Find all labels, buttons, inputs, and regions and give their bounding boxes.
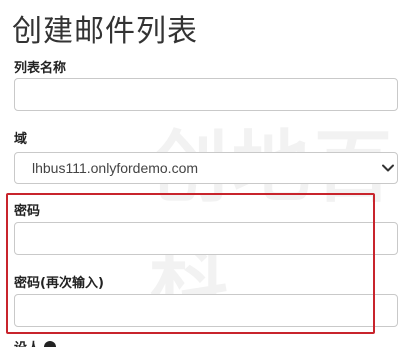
domain-select-value: lhbus111.onlyfordemo.com: [32, 160, 199, 176]
page-title: 创建邮件列表: [12, 14, 198, 49]
chevron-down-icon: [382, 164, 394, 172]
list-name-label: 列表名称: [14, 61, 67, 76]
next-field-label-text: 设人: [14, 337, 40, 347]
domain-select[interactable]: lhbus111.onlyfordemo.com: [14, 152, 398, 184]
info-icon[interactable]: [44, 340, 57, 347]
domain-label: 域: [14, 132, 28, 147]
create-mailing-list-form: 创地百科 创建邮件列表 列表名称 域 lhbus111.onlyfordemo.…: [0, 0, 398, 347]
next-field-label: 设人: [14, 337, 57, 347]
list-name-input[interactable]: [14, 78, 398, 111]
highlight-box: [6, 193, 375, 334]
